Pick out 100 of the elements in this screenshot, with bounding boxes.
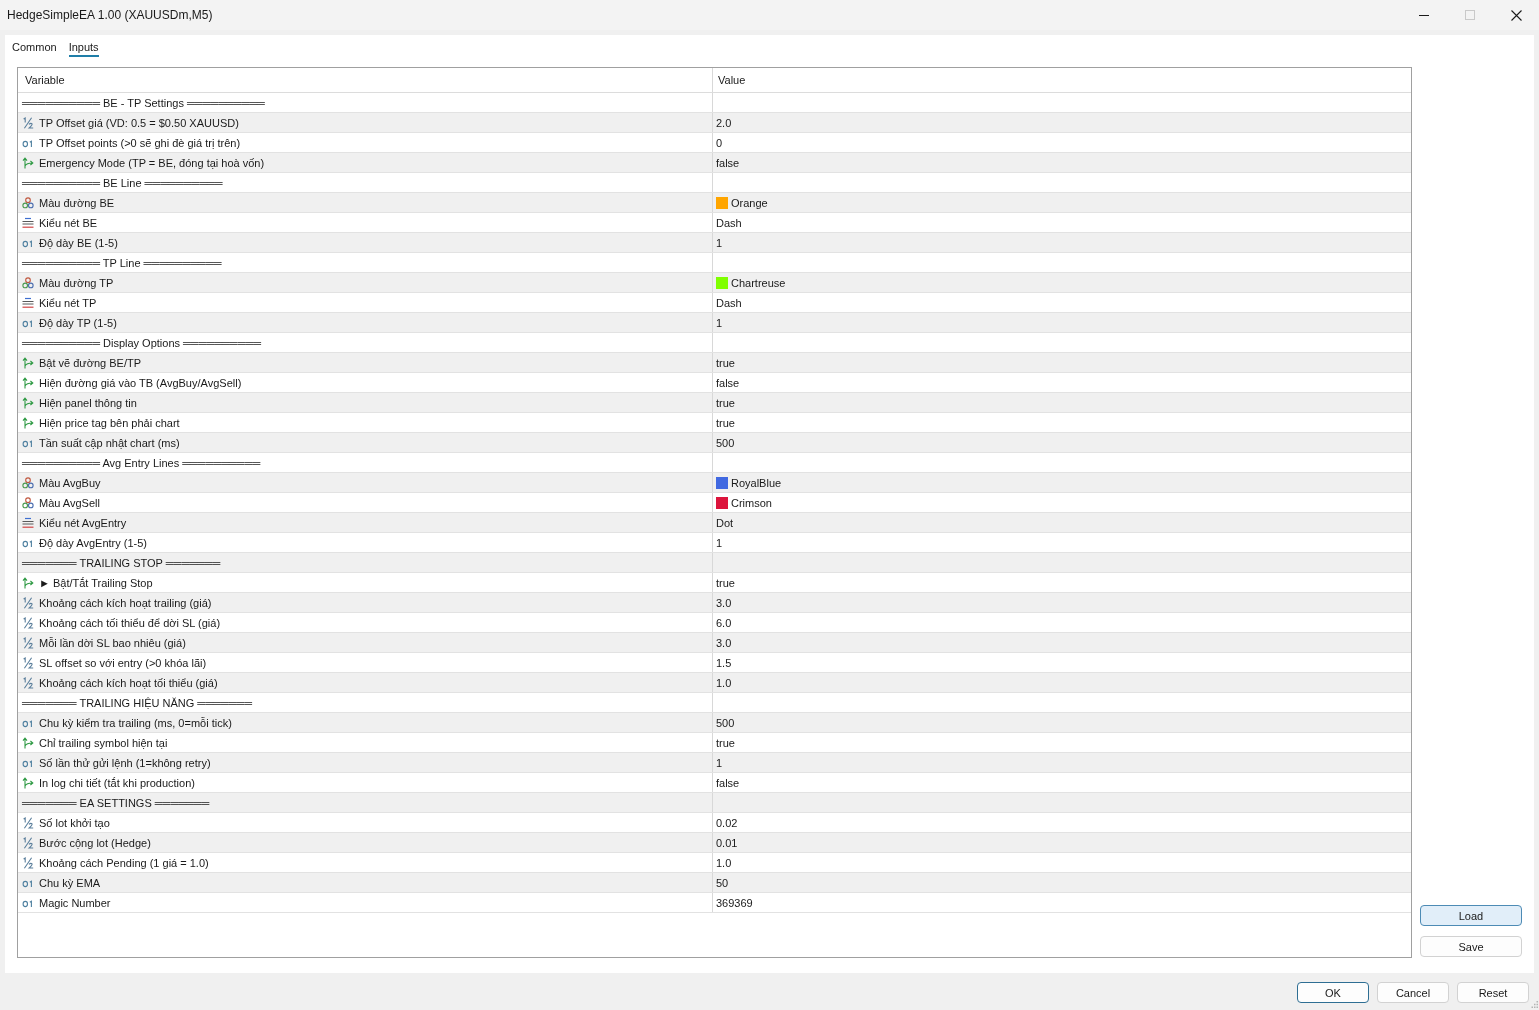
variable-name: ► Bật/Tắt Trailing Stop <box>39 575 153 590</box>
value-text: true <box>716 575 735 590</box>
branch-arrow-icon <box>22 356 34 369</box>
variable-name: Hiện đường giá vào TB (AvgBuy/AvgSell) <box>39 375 242 390</box>
variable-name: Độ dày TP (1-5) <box>39 315 117 330</box>
variable-name: Bật vẽ đường BE/TP <box>39 355 141 370</box>
variable-name: Số lần thử gửi lệnh (1=không retry) <box>39 755 211 770</box>
three-circles-icon <box>22 276 34 289</box>
minimize-icon <box>1419 14 1429 16</box>
fraction-icon <box>22 656 34 669</box>
fraction-icon <box>22 856 34 869</box>
dialog-button[interactable]: Reset <box>1457 982 1529 1003</box>
branch-arrow-icon <box>22 736 34 749</box>
fraction-icon <box>22 596 34 609</box>
value-text: 1.5 <box>716 655 732 670</box>
value-text: 3.0 <box>716 635 732 650</box>
value-text: false <box>716 375 740 390</box>
group-separator: ══════════ TP Line ══════════ <box>22 255 222 270</box>
tab[interactable]: Inputs <box>68 35 99 57</box>
variable-name: Bước cộng lot (Hedge) <box>39 835 151 850</box>
value-text: true <box>716 735 735 750</box>
value-text: 369369 <box>716 895 753 910</box>
value-text: 0.02 <box>716 815 738 830</box>
variable-name: Kiểu nét TP <box>39 295 97 310</box>
dialog-button[interactable]: OK <box>1297 982 1369 1003</box>
window-title: HedgeSimpleEA 1.00 (XAUUSDm,M5) <box>7 8 214 22</box>
group-separator: ══════════ Display Options ══════════ <box>22 335 261 350</box>
resize-grip-icon[interactable] <box>1531 1001 1538 1008</box>
value-text: true <box>716 355 735 370</box>
value-text: 2.0 <box>716 115 732 130</box>
action-button[interactable]: Load <box>1420 905 1522 926</box>
branch-arrow-icon <box>22 396 34 409</box>
fraction-icon <box>22 676 34 689</box>
variable-name: Khoảng cách kích hoạt tối thiểu (giá) <box>39 675 218 690</box>
branch-arrow-icon <box>22 776 34 789</box>
group-separator: ══════════ Avg Entry Lines ══════════ <box>22 455 261 470</box>
fraction-icon <box>22 636 34 649</box>
value-text: true <box>716 395 735 410</box>
value-text: Dash <box>716 295 742 310</box>
variable-name: Khoảng cách kích hoạt trailing (giá) <box>39 595 212 610</box>
value-text: false <box>716 155 740 170</box>
three-circles-icon <box>22 476 34 489</box>
variable-name: TP Offset giá (VD: 0.5 = $0.50 XAUUSD) <box>39 115 239 130</box>
variable-name: Hiện price tag bên phải chart <box>39 415 180 430</box>
value-text: Dot <box>716 515 734 530</box>
group-separator: ═══════ TRAILING STOP ═══════ <box>22 555 221 570</box>
value-text: 1.0 <box>716 675 732 690</box>
value-text: 0 <box>716 135 723 150</box>
variable-name: Tần suất cập nhật chart (ms) <box>39 435 180 450</box>
value-text: Chartreuse <box>731 275 786 290</box>
fraction-icon <box>22 116 34 129</box>
variable-name: Màu đường BE <box>39 195 115 210</box>
tab[interactable]: Common <box>12 35 57 57</box>
value-text: 500 <box>716 435 735 450</box>
variable-name: In log chi tiết (tắt khi production) <box>39 775 195 790</box>
value-text: Crimson <box>731 495 772 510</box>
stacked-lines-icon <box>22 296 34 309</box>
value-text: 1 <box>716 535 723 550</box>
dialog-button[interactable]: Cancel <box>1377 982 1449 1003</box>
variable-name: Hiện panel thông tin <box>39 395 137 410</box>
value-text: 6.0 <box>716 615 732 630</box>
variable-name: Độ dày BE (1-5) <box>39 235 118 250</box>
value-text: true <box>716 415 735 430</box>
group-separator: ═══════ EA SETTINGS ═══════ <box>22 795 210 810</box>
variable-name: Chỉ trailing symbol hiện tại <box>39 735 168 750</box>
value-text: 0.01 <box>716 835 738 850</box>
variable-name: Chu kỳ EMA <box>39 875 101 890</box>
variable-name: Chu kỳ kiểm tra trailing (ms, 0=mỗi tick) <box>39 715 232 730</box>
branch-arrow-icon <box>22 156 34 169</box>
value-text: Orange <box>731 195 768 210</box>
group-separator: ═══════ TRAILING HIỆU NĂNG ═══════ <box>22 695 252 710</box>
value-text: 1 <box>716 315 723 330</box>
group-separator: ══════════ BE Line ══════════ <box>22 175 223 190</box>
value-text: 3.0 <box>716 595 732 610</box>
variable-name: Magic Number <box>39 895 111 910</box>
column-header: Variable <box>25 73 65 87</box>
value-text: 1 <box>716 755 723 770</box>
value-text: 1 <box>716 235 723 250</box>
value-text: 500 <box>716 715 735 730</box>
variable-name: Độ dày AvgEntry (1-5) <box>39 535 147 550</box>
fraction-icon <box>22 836 34 849</box>
variable-name: Kiểu nét BE <box>39 215 98 230</box>
variable-name: Khoảng cách Pending (1 giá = 1.0) <box>39 855 209 870</box>
branch-arrow-icon <box>22 576 34 589</box>
variable-name: Màu AvgBuy <box>39 475 101 490</box>
branch-arrow-icon <box>22 376 34 389</box>
variable-name: TP Offset points (>0 sẽ ghi đè giá trị trên) <box>39 135 241 150</box>
variable-name: SL offset so với entry (>0 khóa lãi) <box>39 655 207 670</box>
three-circles-icon <box>22 196 34 209</box>
variable-name: Mỗi lần dời SL bao nhiêu (giá) <box>39 635 186 650</box>
action-button[interactable]: Save <box>1420 936 1522 957</box>
branch-arrow-icon <box>22 416 34 429</box>
variable-name: Kiểu nét AvgEntry <box>39 515 127 530</box>
value-text: 1.0 <box>716 855 732 870</box>
fraction-icon <box>22 816 34 829</box>
variable-name: Màu đường TP <box>39 275 114 290</box>
value-text: 50 <box>716 875 729 890</box>
value-text: false <box>716 775 740 790</box>
stacked-lines-icon <box>22 216 34 229</box>
value-text: RoyalBlue <box>731 475 782 490</box>
